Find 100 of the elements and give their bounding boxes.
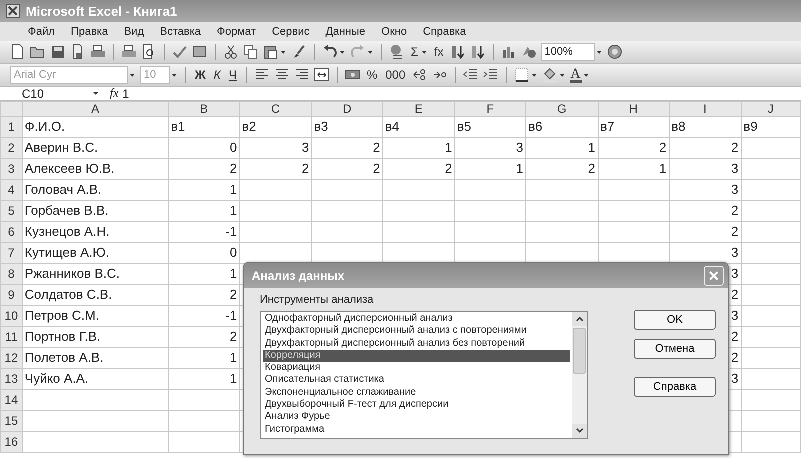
column-header[interactable]: J [741, 102, 800, 116]
scroll-down-button[interactable] [572, 424, 587, 438]
dialog-button[interactable]: OK [634, 310, 716, 330]
zoom-dropdown[interactable]: 100% [540, 43, 595, 61]
table-cell: 2 [669, 222, 742, 242]
row-header[interactable]: 11 [0, 326, 22, 348]
row-header[interactable]: 3 [0, 158, 22, 180]
menu-item[interactable]: Вид [124, 26, 144, 38]
table-cell: Головач А.В. [22, 180, 169, 200]
list-item[interactable]: Анализ Фурье [263, 411, 570, 424]
column-header[interactable]: H [598, 102, 670, 116]
table-cell: 3 [454, 138, 526, 158]
menu-item[interactable]: Сервис [272, 26, 310, 38]
toolbar-button[interactable]: % [364, 66, 380, 84]
table-cell: 2 [312, 138, 383, 158]
column-header[interactable]: C [240, 102, 312, 116]
list-item[interactable]: Корреляция [263, 350, 570, 362]
dialog-button[interactable]: Справка [634, 377, 716, 397]
table-cell: Чуйко А.А. [22, 368, 169, 390]
merge-cells-icon[interactable] [314, 67, 330, 83]
row-header[interactable]: 13 [0, 368, 22, 390]
list-item[interactable]: Двухфакторный дисперсионный анализ без повторений [263, 338, 570, 350]
menu-item[interactable]: Данные [326, 26, 366, 38]
chevron-down-icon [576, 428, 584, 434]
printer-icon[interactable] [90, 44, 106, 60]
clipboard-icon[interactable] [263, 44, 279, 60]
table-cell: 1 [168, 348, 240, 368]
row-header[interactable]: 2 [0, 138, 22, 158]
table-cell: 1 [382, 138, 455, 158]
italic-button[interactable]: К [212, 66, 223, 84]
row-header[interactable]: 16 [0, 432, 22, 452]
scissors-icon[interactable] [223, 44, 239, 60]
dialog-button[interactable]: Отмена [634, 339, 716, 359]
list-item[interactable]: Экспоненциальное сглаживание [263, 386, 570, 400]
undo-icon[interactable] [322, 44, 338, 60]
font-color-button[interactable]: A [570, 67, 582, 83]
formula-field[interactable]: 1 [122, 86, 130, 100]
menu-item[interactable]: Окно [382, 26, 408, 38]
menu-item[interactable]: Правка [71, 26, 108, 38]
row-header[interactable]: 12 [0, 348, 22, 368]
row-header[interactable]: 6 [0, 222, 22, 242]
increase-decimal-icon[interactable] [412, 67, 428, 83]
table-cell: 2 [240, 158, 312, 180]
column-header[interactable]: E [382, 102, 455, 116]
name-box[interactable]: C10 [0, 86, 100, 100]
list-label: Инструменты анализа [260, 294, 375, 306]
scroll-up-button[interactable] [572, 312, 587, 326]
checkmark-icon[interactable] [172, 44, 188, 60]
underline-button[interactable]: Ч [226, 66, 239, 84]
menu-item[interactable]: Вставка [160, 26, 202, 38]
page-icon[interactable] [10, 44, 26, 60]
list-item[interactable]: Ковариация [263, 362, 570, 374]
list-item[interactable]: Гистограмма [263, 424, 570, 436]
sort-ascending-icon[interactable] [450, 44, 466, 60]
insert-function-button[interactable]: fx [110, 86, 119, 101]
row-header[interactable]: 9 [0, 284, 22, 306]
menu-item[interactable]: Формат [217, 26, 256, 38]
list-item[interactable]: Описательная статистика [263, 374, 570, 387]
row-header[interactable]: 7 [0, 242, 22, 264]
column-header[interactable]: G [526, 102, 598, 116]
copy-icon[interactable] [243, 44, 259, 60]
table-cell: -1 [168, 306, 240, 326]
chart-icon[interactable] [500, 44, 517, 60]
row-header[interactable]: 10 [0, 306, 22, 326]
column-header[interactable]: A [22, 102, 169, 116]
table-cell: 3 [669, 158, 742, 180]
scroll-thumb[interactable] [573, 328, 586, 374]
column-header[interactable]: F [454, 102, 526, 116]
floppy-icon[interactable] [50, 44, 66, 60]
printer-icon[interactable] [121, 44, 137, 60]
toolbar-button[interactable]: Σ [409, 43, 420, 61]
row-header[interactable]: 4 [0, 180, 22, 200]
dialog-title: Анализ данных [252, 268, 345, 282]
table-cell: 0 [168, 138, 240, 158]
row-header[interactable]: 14 [0, 390, 22, 410]
row-header[interactable]: 5 [0, 200, 22, 222]
borders-icon[interactable] [514, 67, 530, 83]
table-cell: в3 [312, 116, 383, 138]
bold-button[interactable]: Ж [193, 66, 208, 84]
menu-item[interactable]: Справка [423, 26, 466, 38]
table-cell: 0 [168, 242, 240, 264]
column-header[interactable]: B [168, 102, 240, 116]
spreadsheet-icon [6, 4, 20, 18]
brush-icon[interactable] [291, 44, 307, 60]
menu-item[interactable]: Файл [28, 26, 56, 38]
column-header[interactable]: I [669, 102, 742, 116]
row-header[interactable]: 1 [0, 116, 22, 138]
table-cell: 2 [168, 158, 240, 180]
list-item[interactable]: Однофакторный дисперсионный анализ [263, 313, 570, 326]
tools-list[interactable] [260, 311, 588, 439]
toolbar-button[interactable]: 000 [384, 66, 408, 84]
list-item[interactable]: Двухфакторный дисперсионный анализ с повторениями [263, 325, 570, 338]
sort-descending-icon[interactable] [470, 44, 486, 60]
column-header[interactable]: D [312, 102, 383, 116]
toolbar-button[interactable]: fx [432, 43, 446, 61]
row-header[interactable]: 15 [0, 410, 22, 432]
list-item[interactable]: Двухвыборочный F-тест для дисперсии [263, 399, 570, 412]
row-header[interactable]: 8 [0, 264, 22, 284]
help-icon[interactable] [606, 44, 623, 60]
paint-bucket-icon[interactable] [542, 67, 558, 83]
